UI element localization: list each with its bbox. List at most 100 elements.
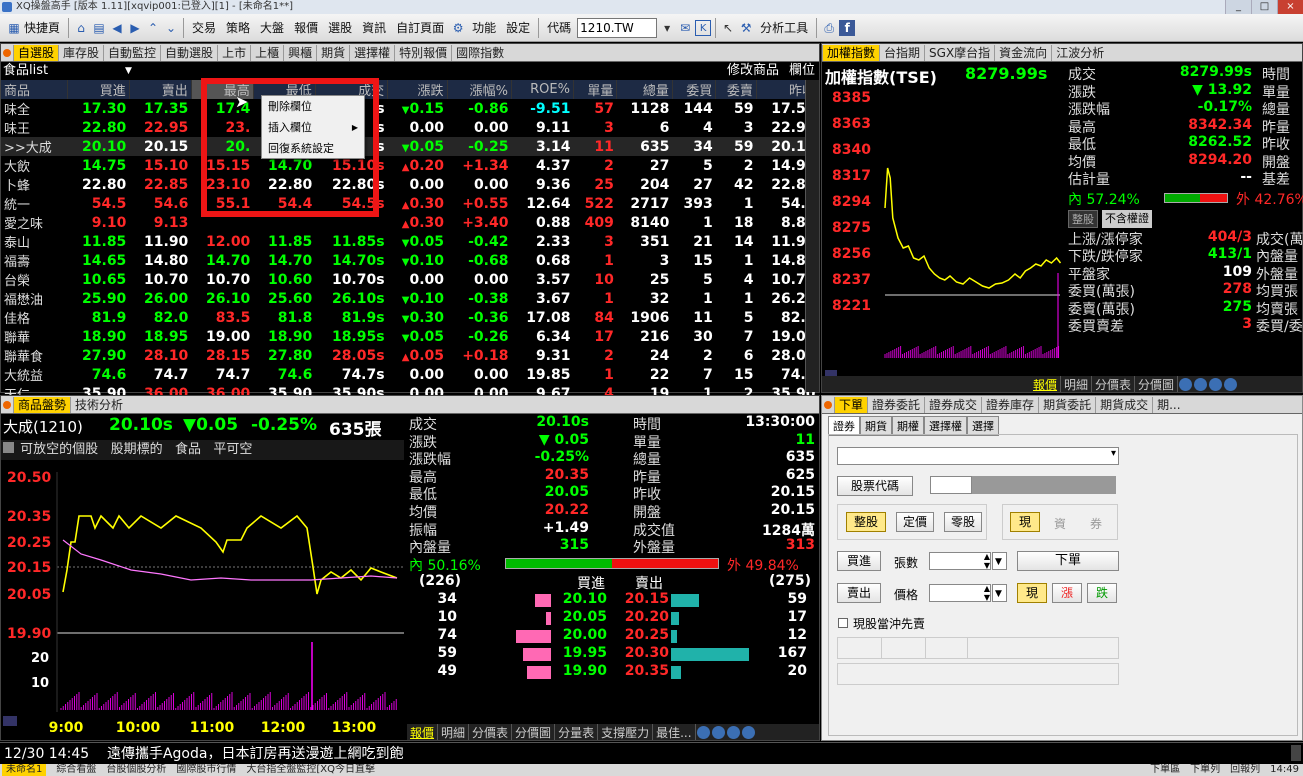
lot-odd-button[interactable]: 零股 <box>944 512 982 532</box>
tab-futures[interactable]: 期貨 <box>316 45 349 61</box>
gear-icon[interactable]: ⚙ <box>450 20 466 36</box>
lot-whole-button[interactable]: 整股 <box>846 512 886 532</box>
tab-price-chart[interactable]: 分價圖 <box>512 724 556 740</box>
stock-code-button[interactable]: 股票代碼 <box>837 476 913 496</box>
column-header[interactable]: 總量 <box>616 80 673 99</box>
nav-next-icon[interactable] <box>726 725 740 739</box>
lot-fixed-button[interactable]: 定價 <box>896 512 934 532</box>
nav-last-icon[interactable] <box>741 725 755 739</box>
tab-sgx[interactable]: SGX摩台指 <box>924 45 994 61</box>
price-dropdown[interactable]: ▼ <box>992 584 1007 602</box>
order-area-button[interactable]: 下單區 <box>1150 764 1180 776</box>
column-header[interactable]: ROE% <box>511 80 574 99</box>
quick-page-button[interactable]: ▦ 快捷頁 <box>2 17 64 39</box>
subtab-stock[interactable]: 證券 <box>828 416 860 436</box>
analysis-tools-menu[interactable]: 分析工具 <box>756 17 812 39</box>
tab-price-table[interactable]: 分價表 <box>1092 376 1136 392</box>
sell-button[interactable]: 賣出 <box>837 583 881 603</box>
tag-sector[interactable]: 食品 <box>175 442 201 457</box>
columns-button[interactable]: 欄位 <box>789 62 815 80</box>
nav-next-icon[interactable] <box>1209 377 1223 391</box>
menu-custom-page[interactable]: 自訂頁面 <box>392 17 448 39</box>
table-row[interactable]: 味全17.3017.3517.417.30s0.15-0.86-9.515711… <box>1 99 819 119</box>
column-header[interactable]: 賣出 <box>129 80 192 99</box>
table-row[interactable]: 大統益 74.6 74.7 74.7 74.6 74.7s 0.00 0.00 19.85 1 22… <box>1 365 819 385</box>
menu-trade[interactable]: 交易 <box>188 17 220 39</box>
chart-toolbar-icon[interactable] <box>3 716 17 726</box>
subtab-fut-options[interactable]: 期權 <box>892 416 924 436</box>
expand-down-icon[interactable]: ⌄ <box>163 20 179 36</box>
tab-detail[interactable]: 明細 <box>438 724 470 740</box>
subtab-options2[interactable]: 選擇 <box>967 416 999 436</box>
table-row[interactable]: 愛之味9.109.130.30+3.400.8840981401188.83 <box>1 213 819 233</box>
tab-special-quote[interactable]: 特別報價 <box>394 45 451 61</box>
column-header[interactable]: 委買 <box>672 80 717 99</box>
page-tab-intl[interactable]: 國際股市行情 <box>176 764 236 776</box>
tab-auto-monitor[interactable]: 自動監控 <box>103 45 160 61</box>
menu-item-restore-defaults[interactable]: 回復系統設定 <box>262 138 364 159</box>
analysis-icon[interactable]: ⚒ <box>738 20 754 36</box>
menu-info[interactable]: 資訊 <box>358 17 390 39</box>
page-tab-overview[interactable]: 綜合看盤 <box>56 764 96 776</box>
table-row[interactable]: 福懋油 25.90 26.00 26.10 25.60 26.10s0.10 -0.38 3.… <box>1 289 819 309</box>
tab-volume-table[interactable]: 分量表 <box>555 724 599 740</box>
tab-watchlist[interactable]: 自選股 <box>13 45 59 61</box>
price-limit-up-button[interactable]: 漲 <box>1052 583 1082 603</box>
menu-item-insert-column[interactable]: 插入欄位 ▶ <box>262 117 364 138</box>
list-name[interactable]: 食品list <box>3 62 48 80</box>
tab-best[interactable]: 最佳... <box>653 724 696 740</box>
type-margin-label[interactable]: 資 <box>1054 515 1066 532</box>
tab-stock-inventory[interactable]: 證券庫存 <box>981 397 1038 413</box>
badge-no-warrant[interactable]: 不含權證 <box>1102 209 1152 228</box>
menu-function[interactable]: 功能 <box>468 17 500 39</box>
page-icon[interactable]: ▤ <box>91 20 107 36</box>
tab-technical[interactable]: 技術分析 <box>70 397 127 413</box>
menu-market[interactable]: 大盤 <box>256 17 288 39</box>
vertical-scrollbar[interactable] <box>805 80 819 392</box>
tab-otc[interactable]: 上櫃 <box>250 45 283 61</box>
news-headline[interactable]: 遠傳攜手Agoda，日本訂房再送漫遊上網吃到飽 <box>107 746 404 762</box>
tab-futures-fills[interactable]: 期貨成交 <box>1095 397 1152 413</box>
tab-fund-flow[interactable]: 資金流向 <box>994 45 1051 61</box>
k-chart-icon[interactable]: K <box>695 19 712 36</box>
subtab-futures[interactable]: 期貨 <box>860 416 892 436</box>
page-tab-stock-analysis[interactable]: 台股個股分析 <box>106 764 166 776</box>
report-bar-button[interactable]: 回報列 <box>1230 764 1260 776</box>
price-limit-down-button[interactable]: 跌 <box>1087 583 1117 603</box>
tab-wave-analysis[interactable]: 江波分析 <box>1051 45 1108 61</box>
nav-prev-icon[interactable] <box>1194 377 1208 391</box>
back-arrow-icon[interactable]: ◀ <box>109 20 125 36</box>
table-row[interactable]: 聯華 18.90 18.95 19.00 18.90 18.95s0.05 -0.26 6.3… <box>1 327 819 347</box>
tab-price-table[interactable]: 分價表 <box>469 724 513 740</box>
table-row[interactable]: 大飲14.7515.1015.1514.7015.10s0.20+1.344.3… <box>1 156 819 176</box>
tag-flat-short[interactable]: 平可空 <box>213 442 252 457</box>
submit-order-button[interactable]: 下單 <box>1017 551 1119 571</box>
table-row[interactable]: 味王 22.80 22.95 23. s 0.00 0.00 9.11 3 6 4 3 22.90 <box>1 118 819 138</box>
tab-stock-orders[interactable]: 證券委託 <box>867 397 924 413</box>
stock-code-input[interactable] <box>930 476 972 494</box>
tab-detail[interactable]: 明細 <box>1061 376 1093 392</box>
stepper-icon[interactable]: ▲ ▼ <box>984 552 990 570</box>
code-input[interactable]: 1210.TW <box>577 17 658 38</box>
tab-stock-overview[interactable]: 商品盤勢 <box>13 397 71 413</box>
minimize-button[interactable]: _ <box>1225 0 1251 14</box>
tab-taiex[interactable]: 加權指數 <box>822 45 880 61</box>
nav-last-icon[interactable] <box>1224 377 1238 391</box>
price-market-button[interactable]: 現 <box>1017 583 1047 603</box>
cursor-icon[interactable]: ↖ <box>720 20 736 36</box>
nav-prev-icon[interactable] <box>711 725 725 739</box>
price-input[interactable]: ▲ ▼ <box>929 584 991 602</box>
daytrade-checkbox[interactable] <box>838 618 848 628</box>
table-row[interactable]: >>大成20.1020.1520.s0.05-0.253.14116353459… <box>1 137 819 156</box>
collapse-up-icon[interactable]: ⌃ <box>145 20 161 36</box>
chevron-down-icon[interactable]: ▾ <box>659 20 675 36</box>
tab-more[interactable]: 期... <box>1152 397 1184 413</box>
table-row[interactable]: 台榮 10.65 10.70 10.70 10.60 10.70s 0.00 0.00 3.57… <box>1 270 819 290</box>
menu-settings[interactable]: 設定 <box>502 17 534 39</box>
column-header[interactable]: 商品 <box>1 80 68 99</box>
page-tab-tx-monitor[interactable]: 大台指全盤監控[XQ今日直擊 <box>246 764 375 776</box>
tab-order[interactable]: 下單 <box>834 397 868 413</box>
tag-stock-futures[interactable]: 股期標的 <box>111 442 163 457</box>
type-cash-button[interactable]: 現 <box>1010 512 1040 532</box>
column-header[interactable]: 委賣 <box>715 80 757 99</box>
